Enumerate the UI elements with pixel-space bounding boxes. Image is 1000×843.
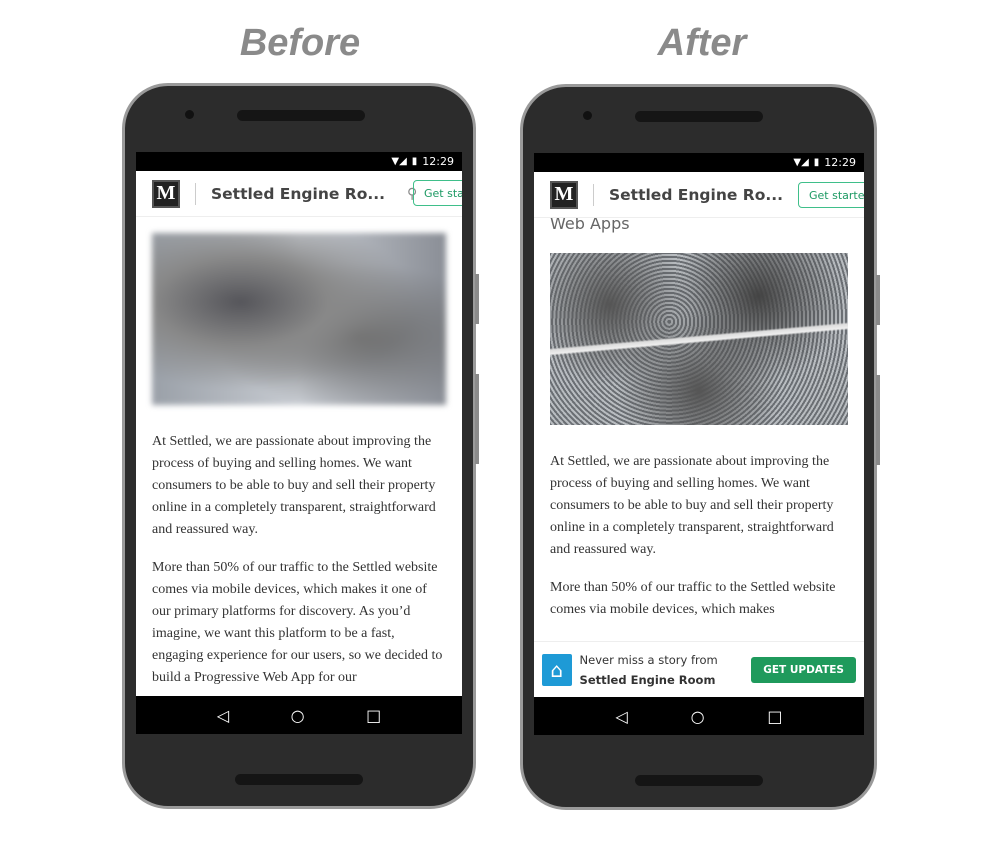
paragraph: More than 50% of our traffic to the Sett… (550, 580, 836, 617)
battery-icon: ▮ (813, 157, 820, 168)
side-button (876, 375, 880, 465)
status-bar: ▼◢ ▮ 12:29 (136, 152, 462, 171)
clock: 12:29 (422, 155, 454, 168)
speaker (237, 110, 365, 121)
nav-bar: ◁ ○ □ (136, 696, 462, 734)
speaker (635, 111, 763, 122)
paragraph: At Settled, we are passionate about impr… (550, 454, 834, 557)
wifi-icon: ▼◢ (793, 157, 809, 168)
medium-logo[interactable]: M (152, 179, 180, 208)
after-label: After (657, 22, 747, 64)
before-label: Before (239, 22, 361, 64)
recents-icon[interactable]: □ (767, 707, 782, 726)
side-button (475, 274, 479, 324)
header: M Settled Engine Ro... ⚲ Get sta (136, 171, 462, 217)
speaker-bottom (635, 775, 763, 786)
back-icon[interactable]: ◁ (217, 706, 229, 725)
wifi-icon: ▼◢ (391, 156, 407, 167)
divider (195, 182, 196, 205)
clock: 12:29 (824, 156, 856, 169)
divider (593, 183, 594, 206)
updates-banner: ⌂ Never miss a story from Settled Engine… (534, 641, 864, 697)
get-updates-button[interactable]: GET UPDATES (751, 656, 856, 683)
side-button (876, 275, 880, 325)
back-icon[interactable]: ◁ (615, 707, 627, 726)
home-icon[interactable]: ○ (291, 706, 305, 725)
camera (185, 110, 194, 119)
header: M Settled Engine Ro... Get started (534, 172, 864, 218)
banner-text: Never miss a story from Settled Engine R… (580, 650, 752, 690)
article-body: At Settled, we are passionate about impr… (136, 233, 462, 689)
recents-icon[interactable]: □ (366, 706, 381, 725)
status-bar: ▼◢ ▮ 12:29 (534, 153, 864, 172)
side-button (475, 374, 479, 464)
screen: ▼◢ ▮ 12:29 M Settled Engine Ro... Get st… (534, 153, 864, 735)
camera (583, 111, 592, 120)
banner-text-prefix: Never miss a story from (579, 652, 718, 667)
phone-before: ▼◢ ▮ 12:29 M Settled Engine Ro... ⚲ Get … (122, 83, 479, 809)
battery-icon: ▮ (411, 156, 418, 167)
forest-road-image (550, 253, 848, 425)
publication-title[interactable]: Settled Engine Ro... (211, 185, 385, 203)
publication-title[interactable]: Settled Engine Ro... (609, 186, 783, 204)
medium-logo[interactable]: M (550, 180, 578, 209)
speaker-bottom (235, 774, 363, 785)
screen: ▼◢ ▮ 12:29 M Settled Engine Ro... ⚲ Get … (136, 152, 462, 734)
paragraph: More than 50% of our traffic to the Sett… (152, 560, 443, 685)
blurred-image (152, 233, 446, 405)
banner-publication: Settled Engine Room (579, 672, 716, 687)
article-body: At Settled, we are passionate about impr… (534, 253, 864, 621)
get-started-button[interactable]: Get sta (413, 180, 462, 206)
home-icon[interactable]: ○ (691, 707, 705, 726)
nav-bar: ◁ ○ □ (534, 697, 864, 735)
phone-after: ▼◢ ▮ 12:29 M Settled Engine Ro... Get st… (520, 84, 880, 810)
paragraph: At Settled, we are passionate about impr… (152, 434, 436, 537)
get-started-button[interactable]: Get started (798, 182, 864, 208)
home-icon: ⌂ (542, 653, 572, 686)
